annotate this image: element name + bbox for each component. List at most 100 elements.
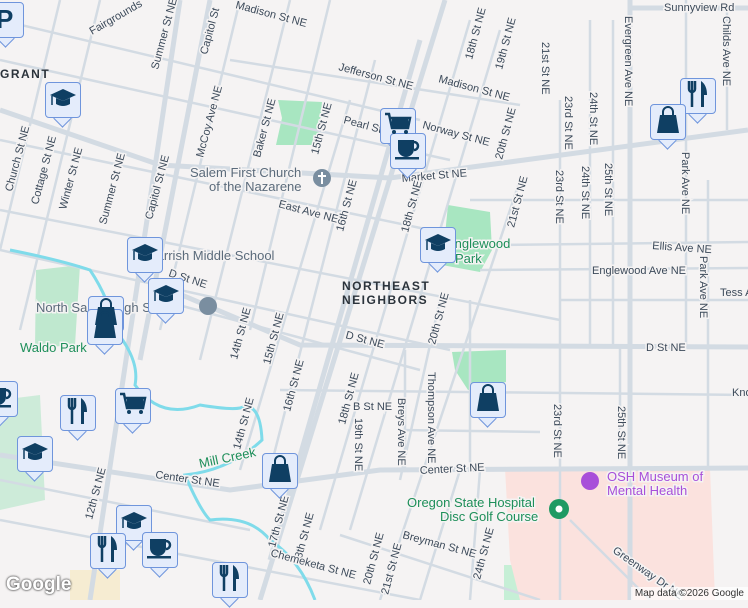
street-label: 20th St NE	[493, 106, 518, 160]
creek-label: Mill Creek	[198, 444, 258, 471]
street-label: 19th St NE	[352, 418, 364, 471]
marker-box: P	[0, 2, 24, 38]
shopping-bag-icon	[268, 454, 292, 488]
marker-box	[0, 381, 18, 417]
disc-golf-label[interactable]: Disc Golf Course	[439, 508, 540, 526]
marker-box	[262, 453, 298, 489]
coffee-cup-icon	[394, 137, 422, 166]
shopping-bag-icon	[93, 310, 117, 344]
museum-label[interactable]: Mental Health	[606, 482, 689, 500]
street-label: 25th St NE	[615, 406, 627, 459]
shopping-marker[interactable]	[650, 104, 686, 150]
street-label: 20th St NE	[426, 291, 451, 345]
school-marker[interactable]	[17, 436, 53, 482]
street-label: McCoy Ave NE	[194, 84, 225, 158]
disc-golf-label[interactable]: Oregon State Hospital	[406, 494, 537, 512]
street-label: Pearl St	[342, 114, 383, 136]
street-label: 24th St NE	[587, 92, 599, 145]
shopping-bag-icon	[656, 105, 680, 139]
graduation-cap-icon	[152, 283, 180, 310]
street-label: Tess Ave	[720, 287, 748, 299]
street-label: 24th St NE	[579, 166, 591, 219]
marker-box	[115, 388, 151, 424]
street-label: D St NE	[344, 329, 385, 351]
marker-box	[212, 562, 248, 598]
street-label: B St NE	[353, 401, 392, 413]
graduation-cap-icon	[49, 87, 77, 114]
neighborhood-label: GRANT	[0, 67, 50, 81]
street-label: Park Ave NE	[679, 152, 691, 214]
fork-knife-icon	[66, 397, 90, 430]
street-label: Center St NE	[155, 469, 221, 490]
street-label: Church St NE	[3, 125, 32, 193]
school-label[interactable]: Parrish Middle School	[147, 247, 277, 265]
street-label: 23rd St NE	[553, 170, 565, 224]
coffee-cup-icon	[0, 385, 14, 414]
school-marker[interactable]	[127, 237, 163, 283]
marker-box	[17, 436, 53, 472]
restaurant-marker[interactable]	[90, 533, 126, 579]
museum-label[interactable]: OSH Museum of	[606, 468, 705, 486]
church-label[interactable]: Salem First Church	[189, 164, 303, 182]
street-label: Sunnyview Rd	[664, 2, 734, 14]
marker-box	[142, 532, 178, 568]
street-label: Jefferson St NE	[337, 61, 414, 92]
street-label: Park Ave NE	[697, 256, 709, 318]
street-label: Norway St NE	[421, 119, 491, 148]
school-pin-icon[interactable]	[199, 297, 217, 315]
street-label: Madison St NE	[234, 0, 308, 30]
school-marker[interactable]	[420, 227, 456, 273]
neighborhood-label: NEIGHBORS	[342, 293, 428, 307]
church-label[interactable]: of the Nazarene	[208, 178, 304, 196]
marker-box	[60, 395, 96, 431]
street-label: 17th St NE	[266, 494, 291, 548]
street-label: Evergreen Ave NE	[622, 16, 634, 106]
marker-box	[470, 382, 506, 418]
cafe-marker[interactable]	[390, 133, 426, 179]
street-label: 18th St NE	[399, 179, 424, 233]
restaurant-marker[interactable]	[60, 395, 96, 441]
street-label: Thompson Ave NE	[425, 372, 437, 464]
parking-icon: P	[0, 4, 18, 37]
google-logo: Google	[6, 574, 72, 595]
graduation-cap-icon	[424, 232, 452, 259]
marker-box	[45, 82, 81, 118]
park-label[interactable]: Waldo Park	[19, 339, 89, 357]
fork-knife-icon	[686, 80, 710, 113]
fork-knife-icon	[96, 535, 120, 568]
museum-icon[interactable]	[581, 472, 599, 490]
park-label[interactable]: Park	[454, 250, 484, 268]
restaurant-marker[interactable]	[212, 562, 248, 608]
cafe-marker[interactable]	[0, 381, 18, 427]
street-label: Breys Ave NE	[395, 398, 407, 466]
street-label: Englewood Ave NE	[592, 265, 686, 277]
street-label: Summer St NE	[97, 152, 128, 226]
school-marker[interactable]	[148, 278, 184, 324]
shopping-marker[interactable]	[262, 453, 298, 499]
street-label: Cottage St NE	[29, 135, 59, 206]
school-marker[interactable]	[45, 82, 81, 128]
graduation-cap-icon	[21, 441, 49, 468]
street-label: 23rd St NE	[562, 96, 574, 150]
graduation-cap-icon	[131, 242, 159, 269]
svg-text:P: P	[0, 4, 13, 32]
street-label: East Ave NE	[277, 198, 340, 226]
shopping-marker[interactable]	[470, 382, 506, 428]
neighborhood-label: NORTHEAST	[342, 279, 430, 293]
street-label: Madison St NE	[437, 73, 511, 104]
fork-knife-icon	[218, 564, 242, 597]
street-label: D St NE	[646, 342, 686, 354]
marker-box	[148, 278, 184, 314]
shopping-bag-icon	[476, 383, 500, 417]
marker-box	[90, 533, 126, 569]
parking-marker[interactable]: P	[0, 2, 24, 48]
map-attribution[interactable]: Map data ©2026 Google	[630, 587, 748, 600]
street-label: Center St NE	[420, 462, 485, 477]
marker-box	[650, 104, 686, 140]
grocery-marker[interactable]	[115, 388, 151, 434]
street-label: 25th St NE	[602, 163, 614, 216]
cafe-marker[interactable]	[142, 532, 178, 578]
coffee-cup-icon	[146, 536, 174, 565]
street-label: 16th St NE	[281, 358, 306, 412]
street-label: 23rd St NE	[551, 404, 563, 458]
